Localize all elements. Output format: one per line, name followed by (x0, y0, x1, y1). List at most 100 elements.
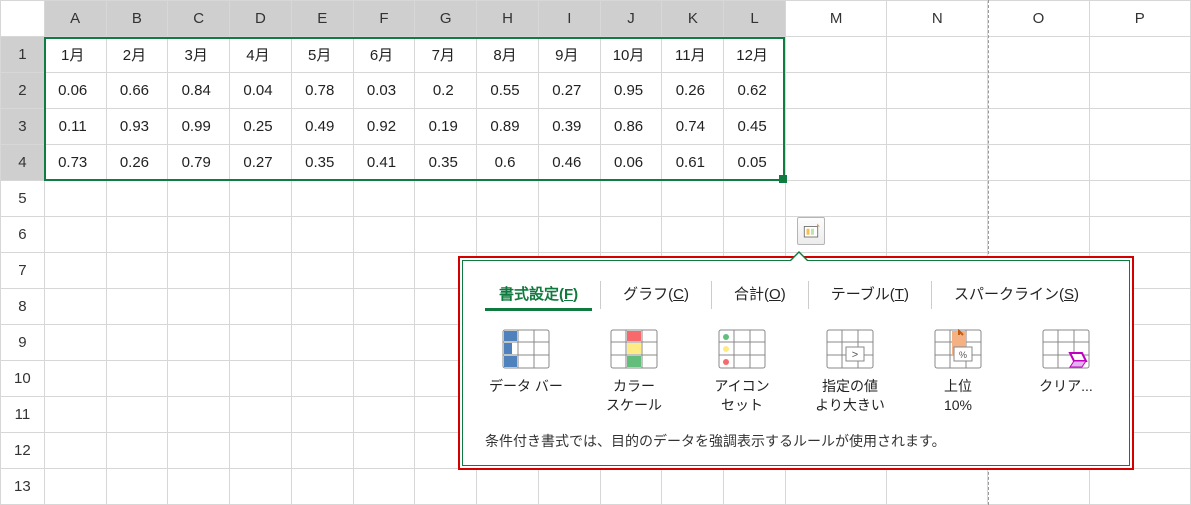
tab-total[interactable]: 合計(O) (720, 279, 800, 311)
cell-L4[interactable]: 0.05 (724, 145, 786, 181)
cell-C5[interactable] (168, 181, 230, 217)
cell-H3[interactable]: 0.89 (477, 109, 539, 145)
cell-C10[interactable] (168, 361, 230, 397)
cell-M5[interactable] (785, 181, 886, 217)
cell-O5[interactable] (988, 181, 1089, 217)
cell-B11[interactable] (106, 397, 168, 433)
cell-D13[interactable] (230, 469, 292, 505)
cell-A2[interactable]: 0.06 (44, 73, 106, 109)
col-header-M[interactable]: M (785, 1, 886, 37)
row-header-6[interactable]: 6 (1, 217, 45, 253)
cell-F1[interactable]: 6月 (353, 37, 415, 73)
cell-P5[interactable] (1089, 181, 1190, 217)
col-header-H[interactable]: H (477, 1, 539, 37)
cell-J13[interactable] (600, 469, 662, 505)
cell-I4[interactable]: 0.46 (538, 145, 600, 181)
cell-L2[interactable]: 0.62 (724, 73, 786, 109)
cell-H5[interactable] (477, 181, 539, 217)
col-header-E[interactable]: E (291, 1, 353, 37)
cell-E11[interactable] (291, 397, 353, 433)
cell-P6[interactable] (1089, 217, 1190, 253)
cell-D8[interactable] (230, 289, 292, 325)
col-header-N[interactable]: N (887, 1, 988, 37)
cell-I2[interactable]: 0.27 (538, 73, 600, 109)
cell-F11[interactable] (353, 397, 415, 433)
cell-O2[interactable] (988, 73, 1089, 109)
cell-M1[interactable] (785, 37, 886, 73)
cell-M13[interactable] (785, 469, 886, 505)
cell-E12[interactable] (291, 433, 353, 469)
cell-N4[interactable] (887, 145, 988, 181)
cell-L5[interactable] (724, 181, 786, 217)
cell-J1[interactable]: 10月 (600, 37, 662, 73)
format-item-greater-than[interactable]: >指定の値 より大きい (809, 329, 891, 415)
row-header-8[interactable]: 8 (1, 289, 45, 325)
cell-A11[interactable] (44, 397, 106, 433)
col-header-A[interactable]: A (44, 1, 106, 37)
cell-C12[interactable] (168, 433, 230, 469)
cell-F2[interactable]: 0.03 (353, 73, 415, 109)
cell-H13[interactable] (477, 469, 539, 505)
cell-H2[interactable]: 0.55 (477, 73, 539, 109)
row-header-4[interactable]: 4 (1, 145, 45, 181)
cell-F10[interactable] (353, 361, 415, 397)
cell-E10[interactable] (291, 361, 353, 397)
col-header-J[interactable]: J (600, 1, 662, 37)
cell-K4[interactable]: 0.61 (662, 145, 724, 181)
cell-G4[interactable]: 0.35 (415, 145, 477, 181)
cell-I5[interactable] (538, 181, 600, 217)
cell-F9[interactable] (353, 325, 415, 361)
row-header-5[interactable]: 5 (1, 181, 45, 217)
col-header-D[interactable]: D (230, 1, 292, 37)
cell-E8[interactable] (291, 289, 353, 325)
cell-B12[interactable] (106, 433, 168, 469)
cell-P2[interactable] (1089, 73, 1190, 109)
cell-A8[interactable] (44, 289, 106, 325)
cell-N13[interactable] (887, 469, 988, 505)
cell-F8[interactable] (353, 289, 415, 325)
cell-E13[interactable] (291, 469, 353, 505)
cell-F12[interactable] (353, 433, 415, 469)
cell-N3[interactable] (887, 109, 988, 145)
cell-D7[interactable] (230, 253, 292, 289)
cell-F3[interactable]: 0.92 (353, 109, 415, 145)
cell-A4[interactable]: 0.73 (44, 145, 106, 181)
cell-J3[interactable]: 0.86 (600, 109, 662, 145)
cell-K1[interactable]: 11月 (662, 37, 724, 73)
cell-B2[interactable]: 0.66 (106, 73, 168, 109)
cell-P3[interactable] (1089, 109, 1190, 145)
cell-C4[interactable]: 0.79 (168, 145, 230, 181)
cell-F4[interactable]: 0.41 (353, 145, 415, 181)
cell-A6[interactable] (44, 217, 106, 253)
format-item-top-10[interactable]: %上位 10% (917, 329, 999, 415)
cell-M3[interactable] (785, 109, 886, 145)
cell-J6[interactable] (600, 217, 662, 253)
select-all-corner[interactable] (1, 1, 45, 37)
format-item-data-bar[interactable]: データ バー (485, 329, 567, 415)
row-header-7[interactable]: 7 (1, 253, 45, 289)
cell-D1[interactable]: 4月 (230, 37, 292, 73)
cell-D6[interactable] (230, 217, 292, 253)
cell-N2[interactable] (887, 73, 988, 109)
cell-D9[interactable] (230, 325, 292, 361)
cell-P13[interactable] (1089, 469, 1190, 505)
row-header-13[interactable]: 13 (1, 469, 45, 505)
cell-B10[interactable] (106, 361, 168, 397)
cell-D4[interactable]: 0.27 (230, 145, 292, 181)
row-header-1[interactable]: 1 (1, 37, 45, 73)
cell-K5[interactable] (662, 181, 724, 217)
cell-O13[interactable] (988, 469, 1089, 505)
cell-B7[interactable] (106, 253, 168, 289)
cell-J4[interactable]: 0.06 (600, 145, 662, 181)
cell-A9[interactable] (44, 325, 106, 361)
cell-D11[interactable] (230, 397, 292, 433)
row-header-12[interactable]: 12 (1, 433, 45, 469)
cell-I1[interactable]: 9月 (538, 37, 600, 73)
cell-J2[interactable]: 0.95 (600, 73, 662, 109)
cell-D5[interactable] (230, 181, 292, 217)
cell-L13[interactable] (724, 469, 786, 505)
cell-C13[interactable] (168, 469, 230, 505)
cell-I6[interactable] (538, 217, 600, 253)
cell-H1[interactable]: 8月 (477, 37, 539, 73)
row-header-10[interactable]: 10 (1, 361, 45, 397)
